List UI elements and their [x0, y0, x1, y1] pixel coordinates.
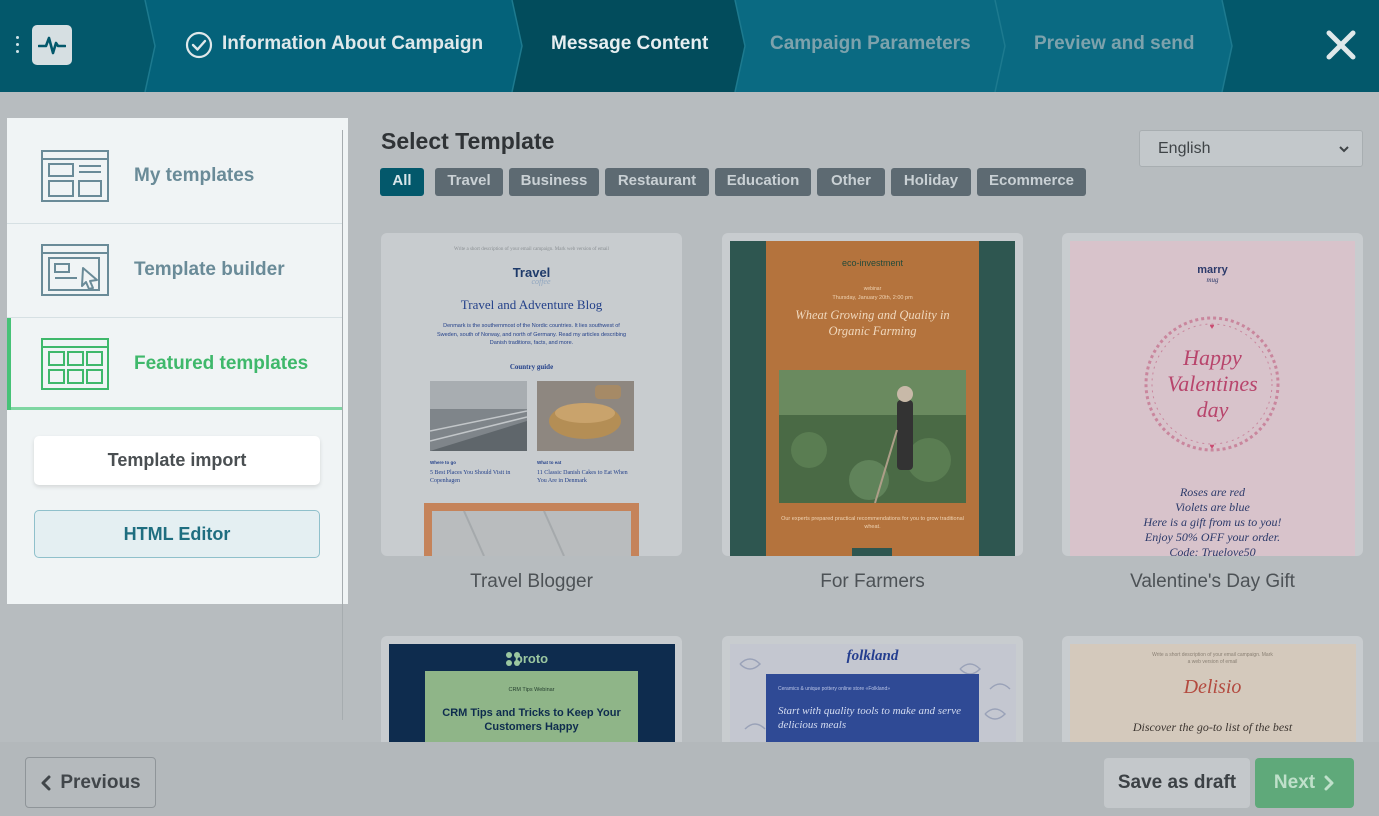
preview-body: Denmark is the southernmost of the Nordi… [436, 323, 627, 346]
preview-image-street [430, 381, 527, 451]
template-card-delisio[interactable]: Write a short description of your email … [1062, 636, 1363, 742]
template-card-travel-blogger[interactable]: Write a short description of your email … [381, 233, 682, 556]
preview-logo: marry [1197, 264, 1228, 276]
chip-ecommerce[interactable]: Ecommerce [977, 168, 1086, 196]
proto-logo-icon [506, 652, 520, 666]
html-editor-button[interactable]: HTML Editor [34, 510, 320, 558]
builder-icon [41, 244, 109, 296]
chip-all[interactable]: All [380, 168, 424, 196]
preview-line: Code: Truelove50 [1169, 545, 1256, 556]
language-select-value: English [1158, 140, 1211, 157]
sidebar-item-label: Featured templates [134, 353, 309, 374]
chip-other[interactable]: Other [817, 168, 885, 196]
previous-button-label: Previous [60, 771, 141, 793]
preview-col1-tag: Where to go [430, 460, 456, 465]
svg-text:♥: ♥ [1210, 322, 1215, 331]
preview-heading: Start with quality tools to make and ser… [778, 705, 962, 731]
chip-holiday[interactable]: Holiday [891, 168, 971, 196]
preview-col2-text: 11 Classic Danish Cakes to Eat When You … [537, 470, 628, 484]
preview-col2-tag: What to eat [537, 460, 562, 465]
preview-button [852, 548, 892, 556]
preview-preheader: Write a short description of your email … [454, 247, 609, 252]
chevron-right-icon [1324, 775, 1334, 791]
layout-icon [41, 150, 109, 202]
preview-date: Thursday, January 20th, 2:00 pm [832, 295, 913, 301]
template-import-button[interactable]: Template import [34, 436, 320, 485]
sidebar-item-template-builder[interactable]: Template builder [7, 224, 348, 316]
preview-heading-1: Happy [1183, 345, 1242, 370]
next-button-label: Next [1273, 772, 1316, 793]
sidebar-item-featured-templates[interactable]: Featured templates [7, 318, 348, 410]
preview-image-cake [537, 381, 634, 451]
step-preview-and-send[interactable]: Preview and send [1034, 0, 1195, 92]
step-campaign-parameters[interactable]: Campaign Parameters [770, 0, 971, 92]
preview-image-banner [424, 503, 639, 556]
preview-logo-sub: coffee [531, 277, 551, 286]
page-title: Select Template [381, 128, 555, 154]
preview-heading: CRM Tips and Tricks to Keep Your Custome… [442, 707, 621, 733]
template-card-folkland[interactable]: folkland Ceramics & unique pottery onlin… [722, 636, 1023, 742]
chip-restaurant[interactable]: Restaurant [605, 168, 709, 196]
preview-col1-text: 5 Best Places You Should Visit in Copenh… [430, 470, 511, 484]
active-underline [11, 407, 342, 410]
template-card-valentines-day-gift[interactable]: marry mug ♥ ♥ Happy Valentines day Roses… [1062, 233, 1363, 556]
previous-button[interactable]: Previous [25, 757, 156, 808]
preview-logo: Delisio [1183, 676, 1242, 698]
chevron-left-icon [41, 775, 51, 790]
template-name: Travel Blogger [470, 571, 593, 592]
preview-tag: webinar [863, 286, 882, 292]
step-message-content[interactable]: Message Content [551, 0, 708, 92]
chevron-down-icon [1339, 146, 1349, 153]
sidebar-item-label: My templates [134, 165, 255, 186]
template-name: Valentine's Day Gift [1130, 571, 1295, 592]
preview-logo: folkland [846, 648, 899, 664]
save-as-draft-button[interactable]: Save as draft [1104, 758, 1250, 808]
preview-line: Roses are red [1179, 485, 1246, 499]
next-button[interactable]: Next [1255, 758, 1354, 808]
preview-image-field [779, 370, 966, 503]
panel-separator [342, 130, 343, 720]
chip-travel[interactable]: Travel [435, 168, 503, 196]
template-source-panel: My templates Template builder Featured t… [7, 118, 348, 604]
preview-line: Enjoy 50% OFF your order. [1144, 530, 1281, 544]
preview-logo-sub: mug [1206, 276, 1219, 284]
preview-line: Violets are blue [1175, 500, 1250, 514]
template-name: For Farmers [820, 571, 925, 592]
step-information-about-campaign[interactable]: Information About Campaign [222, 0, 483, 92]
preview-heading-3: day [1196, 397, 1229, 422]
preview-preheader: Write a short description of your email … [1152, 652, 1273, 665]
preview-tag: Ceramics & unique pottery online store «… [778, 686, 891, 692]
chip-business[interactable]: Business [509, 168, 599, 196]
preview-logo: eco-investment [841, 258, 904, 268]
preview-line: Here is a gift from us to you! [1143, 515, 1282, 529]
close-icon[interactable] [1324, 28, 1358, 62]
preview-heading: Travel and Adventure Blog [460, 297, 603, 312]
wizard-header: Information About Campaign Message Conte… [0, 0, 1379, 92]
grid-icon [41, 338, 109, 390]
preview-tag: CRM Tips Webinar [508, 687, 555, 693]
sidebar-item-my-templates[interactable]: My templates [7, 130, 348, 222]
preview-body: Our experts prepared practical recommend… [781, 516, 964, 530]
preview-heading: Discover the go-to list of the best [1132, 720, 1293, 734]
chip-education[interactable]: Education [715, 168, 811, 196]
preview-section: Country guide [509, 363, 554, 371]
preview-heading-2: Valentines [1167, 371, 1258, 396]
sidebar-item-label: Template builder [134, 259, 285, 280]
check-circle-icon [185, 31, 213, 59]
preview-heading: Wheat Growing and Quality in Organic Far… [795, 308, 950, 338]
language-select[interactable]: English [1139, 130, 1363, 167]
template-card-for-farmers[interactable]: eco-investment webinar Thursday, January… [722, 233, 1023, 556]
svg-text:♥: ♥ [1210, 442, 1215, 451]
template-card-proto[interactable]: proto CRM Tips Webinar CRM Tips and Tric… [381, 636, 682, 742]
